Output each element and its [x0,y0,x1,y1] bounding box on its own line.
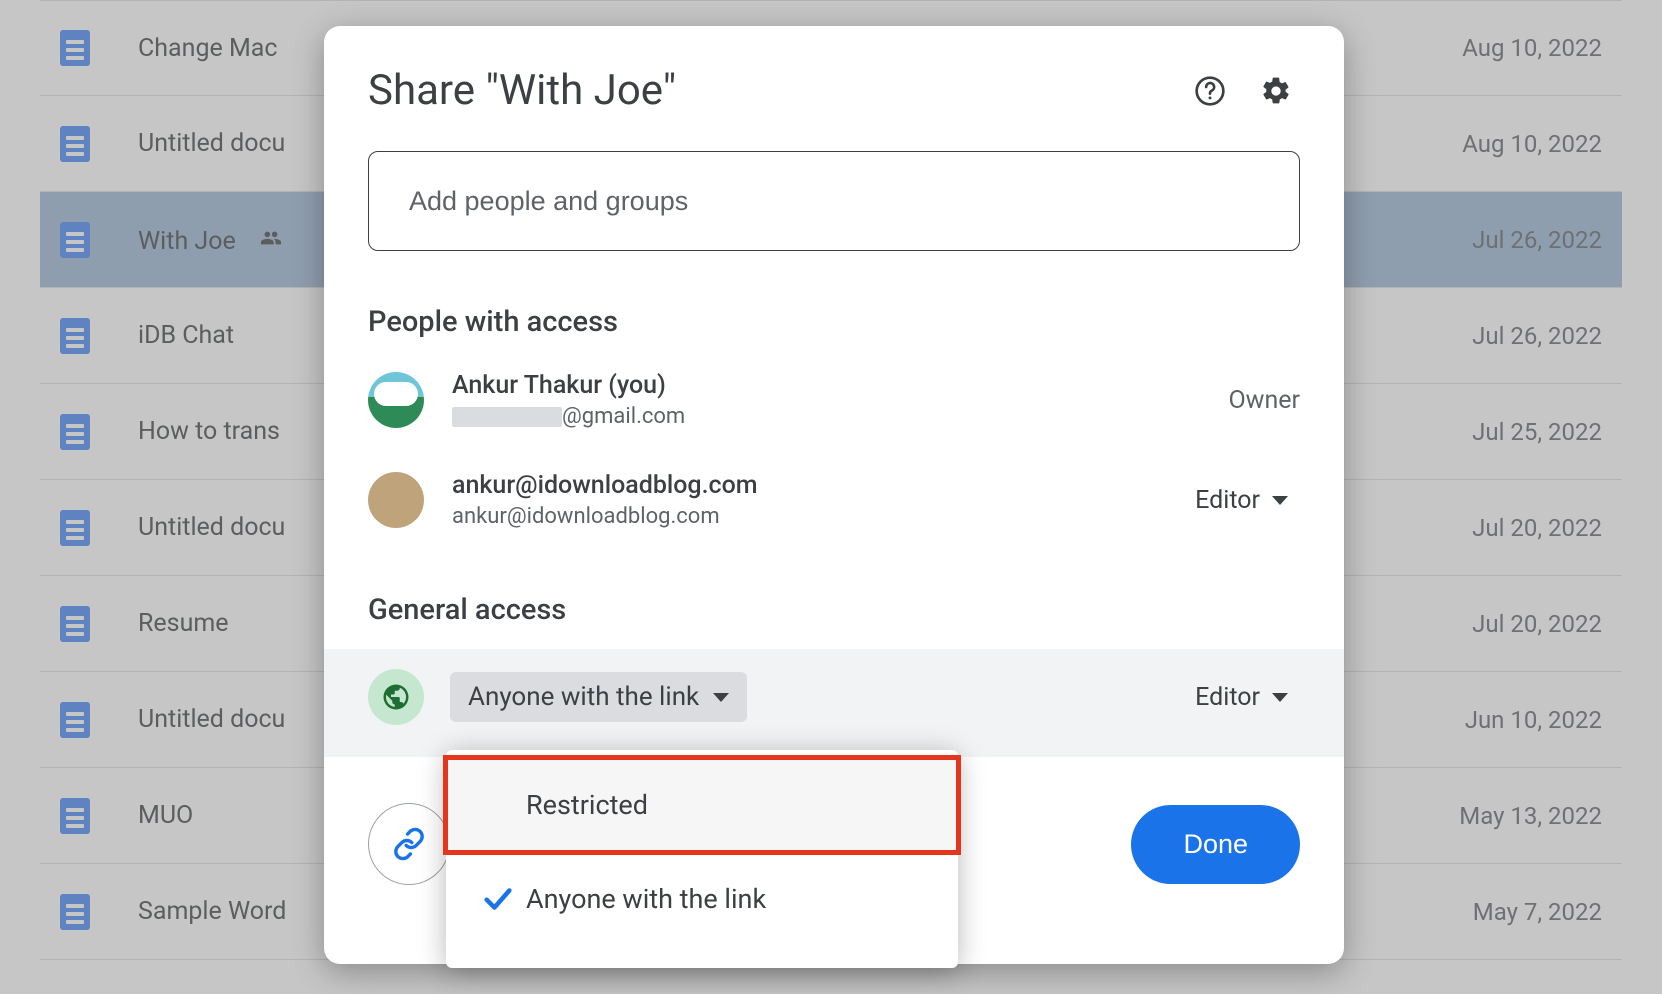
person-row: ankur@idownloadblog.com ankur@idownloadb… [368,461,1300,539]
dialog-header: Share "With Joe" [368,66,1300,115]
done-button[interactable]: Done [1131,805,1300,884]
settings-button[interactable] [1252,67,1300,115]
caret-down-icon [1272,693,1288,702]
general-access-heading: General access [368,593,1300,627]
general-access-row: Anyone with the link Editor [324,649,1344,757]
role-label: Editor [1195,486,1260,515]
menu-item-anyone-with-link[interactable]: Anyone with the link [446,852,958,946]
person-email: @gmail.com [452,404,1228,429]
role-dropdown-button[interactable]: Editor [1183,478,1300,523]
caret-down-icon [1272,496,1288,505]
caret-down-icon [713,693,729,702]
avatar [368,472,424,528]
menu-item-label: Anyone with the link [526,883,766,915]
copy-link-button[interactable] [368,803,450,885]
general-role-dropdown[interactable]: Editor [1183,675,1300,720]
person-name: Ankur Thakur (you) [452,371,1228,400]
menu-item-restricted[interactable]: Restricted [446,758,958,852]
add-people-input[interactable] [368,151,1300,251]
avatar [368,372,424,428]
access-scope: Anyone with the link [450,672,1183,722]
person-name: ankur@idownloadblog.com [452,471,1183,500]
person-info: Ankur Thakur (you) @gmail.com [452,371,1228,429]
role-owner-label: Owner [1228,386,1300,415]
access-scope-label: Anyone with the link [468,682,699,712]
check-icon [470,882,526,916]
redacted-email-prefix [452,407,562,427]
menu-item-label: Restricted [526,789,648,821]
access-scope-dropdown[interactable]: Anyone with the link [450,672,747,722]
role-label: Editor [1195,683,1260,712]
person-email: ankur@idownloadblog.com [452,504,1183,529]
person-row-owner: Ankur Thakur (you) @gmail.com Owner [368,361,1300,439]
globe-icon [368,669,424,725]
help-button[interactable] [1186,67,1234,115]
access-scope-menu: Restricted Anyone with the link [446,750,958,968]
dialog-title: Share "With Joe" [368,66,1168,115]
people-with-access-heading: People with access [368,305,1300,339]
person-info: ankur@idownloadblog.com ankur@idownloadb… [452,471,1183,529]
